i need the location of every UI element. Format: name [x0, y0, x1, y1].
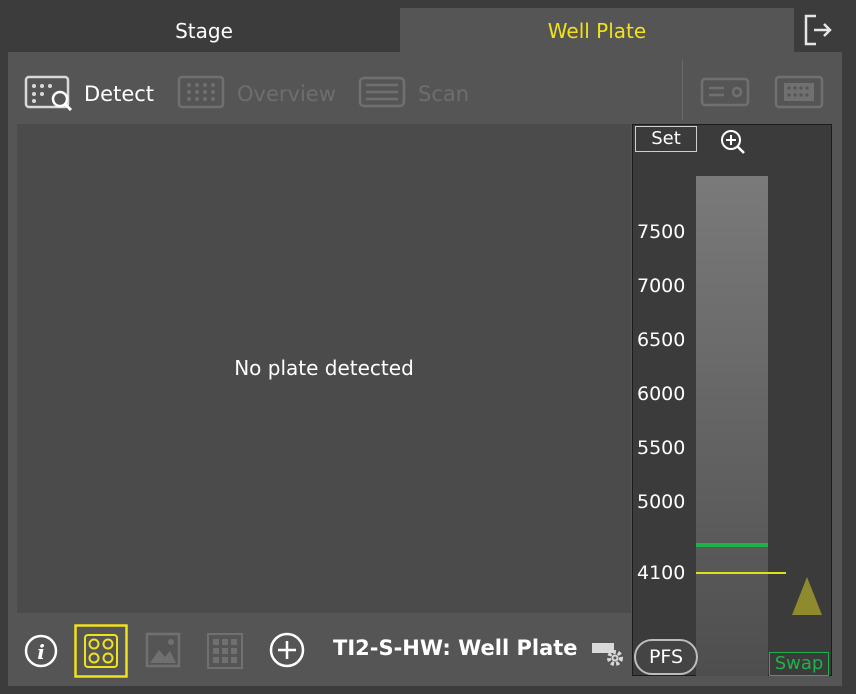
- well-plate-button[interactable]: [774, 72, 824, 116]
- focus-limit-line: [696, 543, 768, 547]
- detect-label: Detect: [84, 82, 155, 106]
- pfs-button[interactable]: PFS: [634, 639, 698, 675]
- zoom-in-icon[interactable]: [718, 128, 748, 156]
- well-plate-icon: [774, 73, 824, 116]
- exit-icon[interactable]: [800, 12, 836, 48]
- no-plate-message: No plate detected: [234, 356, 414, 380]
- toolbar-divider: [682, 60, 683, 120]
- add-icon[interactable]: [268, 631, 306, 673]
- set-button[interactable]: Set: [635, 126, 697, 152]
- plate-view-icon[interactable]: [74, 624, 128, 682]
- settings-icon[interactable]: [590, 640, 626, 674]
- focus-tick: 7000: [637, 275, 686, 297]
- grid-icon[interactable]: [206, 632, 244, 674]
- focus-tick: 7500: [637, 221, 686, 243]
- focus-tick: 5000: [637, 491, 686, 513]
- scan-label: Scan: [418, 82, 470, 106]
- swap-button[interactable]: Swap: [769, 652, 829, 676]
- detect-icon: [24, 73, 74, 116]
- tab-stage[interactable]: Stage: [8, 8, 400, 52]
- status-text: TI2-S-HW: Well Plate: [333, 636, 578, 660]
- focus-tick: 6500: [637, 329, 686, 351]
- scan-button[interactable]: Scan: [358, 72, 469, 116]
- tab-bar: Stage Well Plate: [8, 8, 794, 52]
- focus-position-line: [696, 572, 786, 574]
- overview-button[interactable]: Overview: [177, 72, 336, 116]
- svg-text:i: i: [37, 640, 45, 664]
- slide-icon: [700, 73, 750, 116]
- info-icon[interactable]: i: [24, 634, 58, 672]
- toolbar: Detect Overview Scan: [8, 52, 842, 124]
- tab-well-plate[interactable]: Well Plate: [400, 8, 794, 52]
- focus-tick: 5500: [637, 437, 686, 459]
- overview-icon: [177, 73, 227, 116]
- focus-tick: 6000: [637, 383, 686, 405]
- slide-button[interactable]: [700, 72, 750, 116]
- focus-scale-bar[interactable]: [696, 176, 768, 676]
- scan-icon: [358, 73, 408, 116]
- overview-label: Overview: [237, 82, 336, 106]
- image-icon[interactable]: [145, 632, 181, 672]
- focus-tick: 4100: [637, 562, 686, 584]
- detect-button[interactable]: Detect: [24, 72, 154, 116]
- focus-pointer-icon[interactable]: [791, 576, 823, 620]
